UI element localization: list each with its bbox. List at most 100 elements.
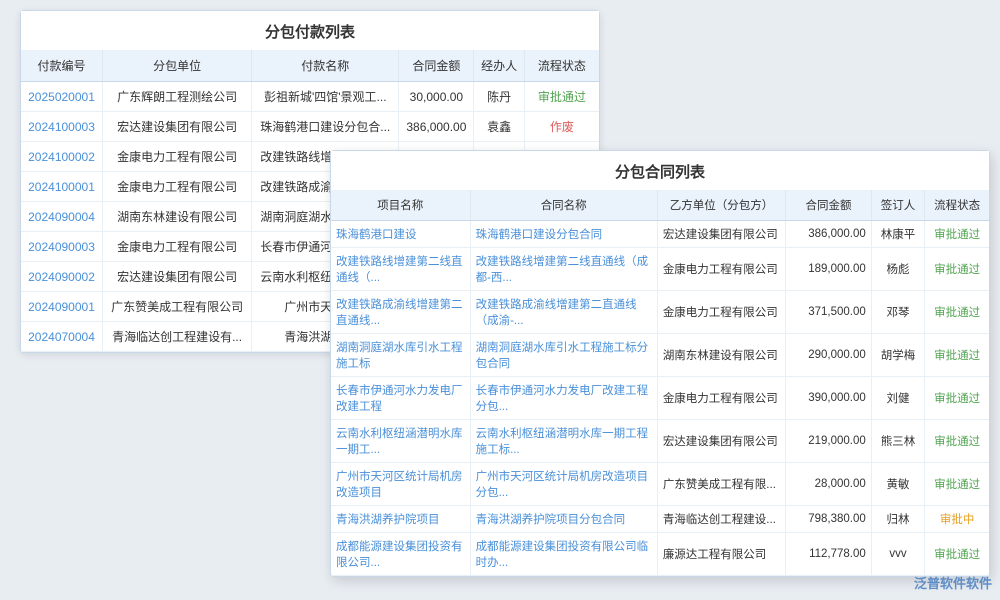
col-unit: 分包单位 [103,50,252,82]
table-row: 湖南洞庭湖水库引水工程施工标湖南洞庭湖水库引水工程施工标分包合同湖南东林建设有限… [331,334,989,377]
table-cell: 审批通过 [925,291,989,334]
table-row: 青海洪湖养护院项目青海洪湖养护院项目分包合同青海临达创工程建设...798,38… [331,506,989,533]
contract-list-title: 分包合同列表 [331,151,989,190]
payment-id-cell[interactable]: 2024090003 [21,232,103,262]
table-cell: 386,000.00 [786,221,872,248]
table-cell: 30,000.00 [399,82,474,112]
table-cell: 金康电力工程有限公司 [103,172,252,202]
table-cell: 珠海鹤港口建设分包合... [252,112,399,142]
table-cell: 金康电力工程有限公司 [103,142,252,172]
table-cell[interactable]: 广州市天河区统计局机房改造项目 [331,463,470,506]
table-cell: 林康平 [871,221,924,248]
col-contract: 合同名称 [470,190,657,221]
payment-id-cell[interactable]: 2024090002 [21,262,103,292]
table-cell[interactable]: 湖南洞庭湖水库引水工程施工标 [331,334,470,377]
table-cell: 审批通过 [925,463,989,506]
table-cell: 审批中 [925,506,989,533]
table-cell: 广东赞美成工程有限... [657,463,785,506]
table-cell[interactable]: 云南水利枢纽涵潜明水库一期工... [331,420,470,463]
table-cell: vvv [871,533,924,576]
col-project: 项目名称 [331,190,470,221]
table-cell: 宏达建设集团有限公司 [103,112,252,142]
table-row: 2025020001广东辉朗工程测绘公司彭祖新城'四馆'景观工...30,000… [21,82,599,112]
table-cell[interactable]: 改建铁路线增建第二线直通线（成都-西... [470,248,657,291]
table-cell: 宏达建设集团有限公司 [103,262,252,292]
table-cell: 审批通过 [925,248,989,291]
table-cell[interactable]: 改建铁路线增建第二线直通线（... [331,248,470,291]
col-operator: 经办人 [474,50,524,82]
table-cell[interactable]: 成都能源建设集团投资有限公司临时办... [470,533,657,576]
payment-id-cell[interactable]: 2024090004 [21,202,103,232]
table-cell: 金康电力工程有限公司 [657,291,785,334]
table-cell: 杨彪 [871,248,924,291]
table-cell: 386,000.00 [399,112,474,142]
table-cell: 广东赞美成工程有限公司 [103,292,252,322]
col-amount: 合同金额 [399,50,474,82]
table-cell: 廉源达工程有限公司 [657,533,785,576]
table-row: 成都能源建设集团投资有限公司...成都能源建设集团投资有限公司临时办...廉源达… [331,533,989,576]
table-cell[interactable]: 长春市伊通河水力发电厂改建工程分包... [470,377,657,420]
table-cell: 审批通过 [524,82,599,112]
col-contract-amount: 合同金额 [786,190,872,221]
contract-table-header: 项目名称 合同名称 乙方单位（分包方） 合同金额 签订人 流程状态 [331,190,989,221]
table-row: 改建铁路线增建第二线直通线（...改建铁路线增建第二线直通线（成都-西...金康… [331,248,989,291]
payment-id-cell[interactable]: 2024090001 [21,292,103,322]
table-row: 长春市伊通河水力发电厂改建工程长春市伊通河水力发电厂改建工程分包...金康电力工… [331,377,989,420]
payment-id-cell[interactable]: 2024100002 [21,142,103,172]
table-cell: 金康电力工程有限公司 [103,232,252,262]
table-cell: 390,000.00 [786,377,872,420]
col-status: 流程状态 [524,50,599,82]
table-cell[interactable]: 青海洪湖养护院项目 [331,506,470,533]
table-cell: 审批通过 [925,221,989,248]
table-row: 云南水利枢纽涵潜明水库一期工...云南水利枢纽涵潜明水库一期工程施工标...宏达… [331,420,989,463]
payment-table-header: 付款编号 分包单位 付款名称 合同金额 经办人 流程状态 [21,50,599,82]
table-cell: 青海临达创工程建设... [657,506,785,533]
table-cell: 审批通过 [925,334,989,377]
table-cell[interactable]: 云南水利枢纽涵潜明水库一期工程施工标... [470,420,657,463]
table-cell: 金康电力工程有限公司 [657,377,785,420]
table-cell[interactable]: 青海洪湖养护院项目分包合同 [470,506,657,533]
payment-id-cell[interactable]: 2024070004 [21,322,103,352]
table-row: 改建铁路成渝线增建第二直通线...改建铁路成渝线增建第二直通线（成渝-...金康… [331,291,989,334]
table-cell[interactable]: 珠海鹤港口建设分包合同 [470,221,657,248]
table-cell: 宏达建设集团有限公司 [657,420,785,463]
payment-id-cell[interactable]: 2024100003 [21,112,103,142]
table-cell: 归林 [871,506,924,533]
table-cell: 审批通过 [925,420,989,463]
table-cell: 陈丹 [474,82,524,112]
table-cell: 作废 [524,112,599,142]
table-cell: 广东辉朗工程测绘公司 [103,82,252,112]
payment-id-cell[interactable]: 2024100001 [21,172,103,202]
table-cell[interactable]: 改建铁路成渝线增建第二直通线（成渝-... [470,291,657,334]
table-cell[interactable]: 长春市伊通河水力发电厂改建工程 [331,377,470,420]
col-payment-id: 付款编号 [21,50,103,82]
table-cell: 湖南东林建设有限公司 [103,202,252,232]
table-cell[interactable]: 改建铁路成渝线增建第二直通线... [331,291,470,334]
table-cell: 290,000.00 [786,334,872,377]
table-cell: 112,778.00 [786,533,872,576]
table-cell: 胡学梅 [871,334,924,377]
table-cell: 189,000.00 [786,248,872,291]
table-row: 2024100003宏达建设集团有限公司珠海鹤港口建设分包合...386,000… [21,112,599,142]
table-cell[interactable]: 湖南洞庭湖水库引水工程施工标分包合同 [470,334,657,377]
table-cell: 彭祖新城'四馆'景观工... [252,82,399,112]
watermark: 泛普软件软件 [914,573,992,592]
table-cell: 金康电力工程有限公司 [657,248,785,291]
table-cell: 熊三林 [871,420,924,463]
table-cell: 宏达建设集团有限公司 [657,221,785,248]
col-payment-name: 付款名称 [252,50,399,82]
table-cell: 青海临达创工程建设有... [103,322,252,352]
table-cell: 798,380.00 [786,506,872,533]
contract-table: 项目名称 合同名称 乙方单位（分包方） 合同金额 签订人 流程状态 珠海鹤港口建… [331,190,989,576]
table-row: 珠海鹤港口建设珠海鹤港口建设分包合同宏达建设集团有限公司386,000.00林康… [331,221,989,248]
payment-id-cell[interactable]: 2025020001 [21,82,103,112]
table-cell[interactable]: 珠海鹤港口建设 [331,221,470,248]
table-cell[interactable]: 广州市天河区统计局机房改造项目分包... [470,463,657,506]
table-cell: 湖南东林建设有限公司 [657,334,785,377]
payment-list-title: 分包付款列表 [21,11,599,50]
table-cell: 刘健 [871,377,924,420]
table-cell: 371,500.00 [786,291,872,334]
table-cell: 邓琴 [871,291,924,334]
table-cell[interactable]: 成都能源建设集团投资有限公司... [331,533,470,576]
table-cell: 黄敏 [871,463,924,506]
